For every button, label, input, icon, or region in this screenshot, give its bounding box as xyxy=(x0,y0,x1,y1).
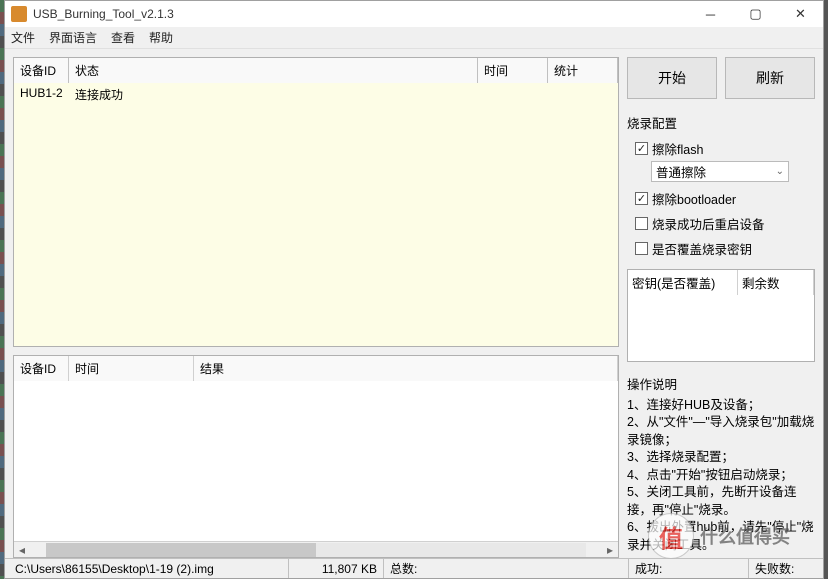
header-status[interactable]: 状态 xyxy=(69,58,478,83)
scroll-right-icon[interactable]: ▸ xyxy=(602,543,618,557)
log-header-result[interactable]: 结果 xyxy=(194,356,618,381)
instr-line: 2、从"文件"—"导入烧录包"加载烧录镜像； xyxy=(627,414,815,449)
key-table-body[interactable] xyxy=(628,295,814,361)
maximize-button[interactable]: ▢ xyxy=(733,1,778,27)
restart-after-label: 烧录成功后重启设备 xyxy=(652,214,765,233)
window-controls: ─ ▢ ✕ xyxy=(688,1,823,27)
scroll-left-icon[interactable]: ◂ xyxy=(14,543,30,557)
config-title: 烧录配置 xyxy=(627,113,815,132)
checkbox-icon[interactable] xyxy=(635,242,648,255)
log-table-body[interactable] xyxy=(14,381,618,541)
erase-mode-value: 普通擦除 xyxy=(656,162,706,181)
erase-bootloader-row[interactable]: ✓ 擦除bootloader xyxy=(635,189,815,208)
checkbox-icon[interactable] xyxy=(635,217,648,230)
main-area: 设备ID 状态 时间 统计 HUB1-2 连接成功 设备ID xyxy=(5,49,823,558)
status-fail: 失败数: xyxy=(749,559,819,578)
key-col1[interactable]: 密钥(是否覆盖) xyxy=(628,270,738,295)
menu-language[interactable]: 界面语言 xyxy=(49,29,97,46)
status-total: 总数: xyxy=(384,559,629,578)
cell-stats xyxy=(548,83,618,106)
titlebar[interactable]: USB_Burning_Tool_v2.1.3 ─ ▢ ✕ xyxy=(5,1,823,27)
app-icon xyxy=(11,6,27,22)
instr-line: 5、关闭工具前，先断开设备连接，再"停止"烧录。 xyxy=(627,484,815,519)
refresh-button[interactable]: 刷新 xyxy=(725,57,815,99)
left-pane: 设备ID 状态 时间 统计 HUB1-2 连接成功 设备ID xyxy=(5,49,623,558)
header-stats[interactable]: 统计 xyxy=(548,58,618,83)
key-table: 密钥(是否覆盖) 剩余数 xyxy=(627,269,815,362)
status-size: 11,807 KB xyxy=(289,559,384,578)
instructions: 操作说明 1、连接好HUB及设备； 2、从"文件"—"导入烧录包"加载烧录镜像；… xyxy=(627,370,815,555)
action-buttons: 开始 刷新 xyxy=(627,57,815,99)
menu-view[interactable]: 查看 xyxy=(111,29,135,46)
checkbox-icon[interactable]: ✓ xyxy=(635,142,648,155)
log-table-header: 设备ID 时间 结果 xyxy=(14,356,618,381)
scroll-track[interactable] xyxy=(46,543,586,557)
erase-bootloader-label: 擦除bootloader xyxy=(652,189,736,208)
cell-device-id: HUB1-2 xyxy=(14,83,69,106)
instr-line: 4、点击"开始"按钮启动烧录； xyxy=(627,467,815,485)
window-title: USB_Burning_Tool_v2.1.3 xyxy=(33,7,688,21)
restart-after-row[interactable]: 烧录成功后重启设备 xyxy=(635,214,815,233)
chevron-down-icon: ⌄ xyxy=(776,166,784,177)
cell-status: 连接成功 xyxy=(69,83,478,106)
device-table-body[interactable]: HUB1-2 连接成功 xyxy=(14,83,618,346)
device-table: 设备ID 状态 时间 统计 HUB1-2 连接成功 xyxy=(13,57,619,347)
scroll-thumb[interactable] xyxy=(46,543,316,557)
status-success: 成功: xyxy=(629,559,749,578)
device-table-header: 设备ID 状态 时间 统计 xyxy=(14,58,618,83)
log-table: 设备ID 时间 结果 ◂ ▸ xyxy=(13,355,619,558)
horizontal-scrollbar[interactable]: ◂ ▸ xyxy=(14,541,618,557)
key-table-header: 密钥(是否覆盖) 剩余数 xyxy=(628,270,814,295)
menubar: 文件 界面语言 查看 帮助 xyxy=(5,27,823,49)
statusbar: C:\Users\86155\Desktop\1-19 (2).img 11,8… xyxy=(5,558,823,578)
instr-line: 1、连接好HUB及设备； xyxy=(627,397,815,415)
header-device-id[interactable]: 设备ID xyxy=(14,58,69,83)
cell-time xyxy=(478,83,548,106)
log-header-id[interactable]: 设备ID xyxy=(14,356,69,381)
menu-help[interactable]: 帮助 xyxy=(149,29,173,46)
checkbox-icon[interactable]: ✓ xyxy=(635,192,648,205)
erase-mode-select[interactable]: 普通擦除 ⌄ xyxy=(651,161,789,182)
overwrite-key-label: 是否覆盖烧录密钥 xyxy=(652,239,752,258)
right-pane: 开始 刷新 烧录配置 ✓ 擦除flash 普通擦除 ⌄ ✓ 擦除bootload… xyxy=(623,49,823,558)
key-col2[interactable]: 剩余数 xyxy=(738,270,814,295)
minimize-button[interactable]: ─ xyxy=(688,1,733,27)
instructions-title: 操作说明 xyxy=(627,374,815,393)
table-row[interactable]: HUB1-2 连接成功 xyxy=(14,83,618,106)
app-window: USB_Burning_Tool_v2.1.3 ─ ▢ ✕ 文件 界面语言 查看… xyxy=(4,0,824,579)
close-button[interactable]: ✕ xyxy=(778,1,823,27)
log-header-time[interactable]: 时间 xyxy=(69,356,194,381)
erase-flash-label: 擦除flash xyxy=(652,139,703,158)
status-path: C:\Users\86155\Desktop\1-19 (2).img xyxy=(9,559,289,578)
instr-line: 6、拔出外置hub前，请先"停止"烧录并关闭工具。 xyxy=(627,519,815,554)
overwrite-key-row[interactable]: 是否覆盖烧录密钥 xyxy=(635,239,815,258)
instr-line: 3、选择烧录配置； xyxy=(627,449,815,467)
start-button[interactable]: 开始 xyxy=(627,57,717,99)
erase-flash-row[interactable]: ✓ 擦除flash xyxy=(635,139,815,158)
menu-file[interactable]: 文件 xyxy=(11,29,35,46)
header-time[interactable]: 时间 xyxy=(478,58,548,83)
